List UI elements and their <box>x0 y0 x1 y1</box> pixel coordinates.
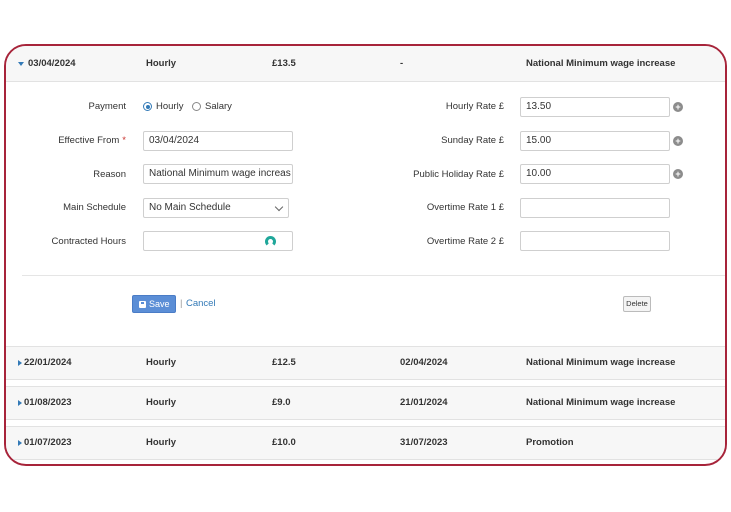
contracted-hours-input[interactable] <box>143 231 293 251</box>
pay-record-row[interactable]: 22/01/2024 Hourly £12.5 02/04/2024 Natio… <box>6 346 725 380</box>
add-sunday-rate-icon[interactable]: + <box>673 136 683 146</box>
delete-button[interactable]: Delete <box>623 296 651 312</box>
loading-spinner-icon <box>265 236 276 247</box>
public-holiday-rate-input[interactable]: 10.00 <box>520 164 670 184</box>
record-pay-type: Hourly <box>146 357 177 368</box>
add-hourly-rate-icon[interactable]: + <box>673 102 683 112</box>
pay-record-edit-form: Payment Hourly Salary Effective From * 03… <box>6 82 725 338</box>
overtime-rate-1-input[interactable] <box>520 198 670 218</box>
record-end-date: 31/07/2023 <box>400 437 448 448</box>
payment-hourly-label[interactable]: Hourly <box>156 101 183 112</box>
record-reason: National Minimum wage increase <box>526 357 676 368</box>
record-effective-date: 01/08/2023 <box>24 397 72 408</box>
main-schedule-value: No Main Schedule <box>149 202 231 213</box>
effective-from-input[interactable]: 03/04/2024 <box>143 131 293 151</box>
pay-history-panel: 03/04/2024 Hourly £13.5 - National Minim… <box>4 44 727 466</box>
reason-label: Reason <box>93 169 126 180</box>
effective-from-label: Effective From * <box>58 135 126 146</box>
add-public-holiday-rate-icon[interactable]: + <box>673 169 683 179</box>
record-end-date: - <box>400 58 404 69</box>
reason-input[interactable]: National Minimum wage increas <box>143 164 293 184</box>
chevron-down-icon <box>274 202 284 212</box>
record-end-date: 02/04/2024 <box>400 357 448 368</box>
hourly-rate-input[interactable]: 13.50 <box>520 97 670 117</box>
contracted-hours-label: Contracted Hours <box>51 236 126 247</box>
save-button[interactable]: Save <box>132 295 176 313</box>
record-effective-date: 22/01/2024 <box>24 357 72 368</box>
record-reason: National Minimum wage increase <box>526 397 676 408</box>
record-reason: National Minimum wage increase <box>526 58 676 69</box>
record-reason: Promotion <box>526 437 574 448</box>
record-rate: £12.5 <box>272 357 296 368</box>
payment-salary-radio[interactable] <box>192 102 201 111</box>
pay-record-row[interactable]: 01/08/2023 Hourly £9.0 21/01/2024 Nation… <box>6 386 725 420</box>
hourly-rate-label: Hourly Rate £ <box>445 101 504 112</box>
record-effective-date: 01/07/2023 <box>24 437 72 448</box>
record-end-date: 21/01/2024 <box>400 397 448 408</box>
record-rate: £13.5 <box>272 58 296 69</box>
action-separator: | <box>180 298 183 309</box>
main-schedule-select[interactable]: No Main Schedule <box>143 198 289 218</box>
sunday-rate-input[interactable]: 15.00 <box>520 131 670 151</box>
save-button-label: Save <box>149 299 170 309</box>
record-rate: £10.0 <box>272 437 296 448</box>
required-marker: * <box>122 135 126 146</box>
payment-label: Payment <box>88 101 127 112</box>
payment-hourly-radio[interactable] <box>143 102 152 111</box>
overtime-rate-2-label: Overtime Rate 2 £ <box>426 236 504 247</box>
overtime-rate-2-input[interactable] <box>520 231 670 251</box>
sunday-rate-label: Sunday Rate £ <box>441 135 504 146</box>
payment-salary-label[interactable]: Salary <box>205 101 232 112</box>
record-pay-type: Hourly <box>146 437 177 448</box>
pay-record-row-active[interactable]: 03/04/2024 Hourly £13.5 - National Minim… <box>6 46 725 82</box>
form-divider <box>22 275 725 276</box>
pay-record-row[interactable]: 01/07/2023 Hourly £10.0 31/07/2023 Promo… <box>6 426 725 460</box>
main-schedule-label: Main Schedule <box>63 202 126 213</box>
record-pay-type: Hourly <box>146 58 177 69</box>
cancel-link[interactable]: Cancel <box>186 295 216 313</box>
record-rate: £9.0 <box>272 397 291 408</box>
record-pay-type: Hourly <box>146 397 177 408</box>
overtime-rate-1-label: Overtime Rate 1 £ <box>426 202 504 213</box>
floppy-disk-icon <box>139 301 146 308</box>
record-effective-date: 03/04/2024 <box>28 58 76 69</box>
public-holiday-rate-label: Public Holiday Rate £ <box>413 169 504 180</box>
